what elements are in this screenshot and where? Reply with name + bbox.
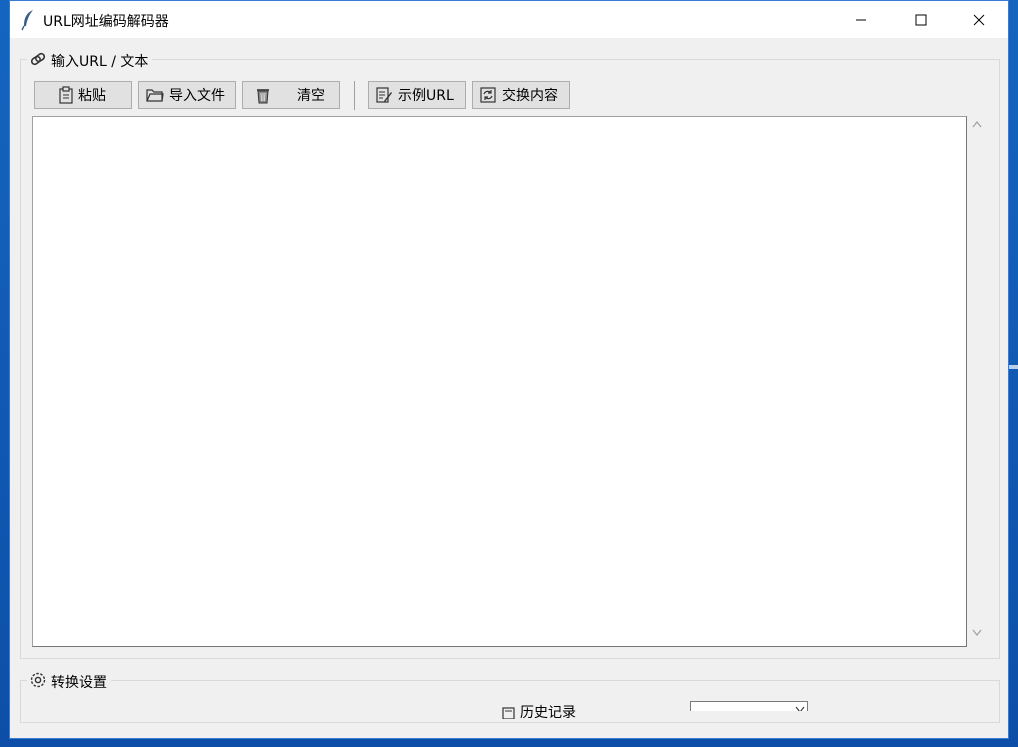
- title-bar[interactable]: URL网址编码解码器: [10, 1, 1008, 38]
- input-text-area[interactable]: [32, 116, 967, 647]
- sample-url-label: 示例URL: [398, 88, 454, 104]
- maximize-button[interactable]: [892, 1, 950, 38]
- link-icon: [29, 50, 47, 72]
- mode-combobox[interactable]: [690, 701, 808, 711]
- desktop-edge: [1009, 365, 1018, 369]
- toolbar-separator: [354, 81, 355, 110]
- clipboard-icon: [56, 85, 76, 105]
- import-file-label: 导入文件: [169, 88, 225, 104]
- input-group-title: 输入URL / 文本: [51, 54, 149, 70]
- history-button[interactable]: 历史记录: [502, 704, 576, 719]
- scroll-down-icon[interactable]: [967, 629, 987, 643]
- minimize-button[interactable]: [832, 1, 890, 38]
- app-window: URL网址编码解码器 输入URL / 文本 粘贴 导入文件 清空 示例URL 交…: [9, 0, 1009, 739]
- swap-content-button[interactable]: 交换内容: [472, 81, 570, 109]
- trash-icon: [253, 85, 273, 105]
- chevron-down-icon: [795, 702, 805, 711]
- history-icon: [502, 704, 516, 719]
- vertical-scrollbar[interactable]: [967, 116, 987, 647]
- sample-url-button[interactable]: 示例URL: [368, 81, 466, 109]
- folder-icon: [145, 85, 165, 105]
- settings-group-legend: 转换设置: [27, 671, 111, 693]
- paste-button[interactable]: 粘贴: [34, 81, 132, 109]
- close-button[interactable]: [950, 1, 1008, 38]
- clear-button[interactable]: 清空: [242, 81, 340, 109]
- settings-group-title: 转换设置: [51, 675, 107, 691]
- window-title: URL网址编码解码器: [43, 14, 169, 30]
- paste-label: 粘贴: [78, 88, 106, 104]
- memo-icon: [374, 85, 394, 105]
- swap-icon: [478, 85, 498, 105]
- import-file-button[interactable]: 导入文件: [138, 81, 236, 109]
- gear-icon: [29, 671, 47, 693]
- history-label: 历史记录: [520, 705, 576, 719]
- input-group-legend: 输入URL / 文本: [27, 50, 153, 72]
- feather-icon: [20, 9, 38, 31]
- swap-content-label: 交换内容: [502, 88, 558, 104]
- clear-label: 清空: [297, 88, 325, 104]
- scroll-up-icon[interactable]: [967, 120, 987, 134]
